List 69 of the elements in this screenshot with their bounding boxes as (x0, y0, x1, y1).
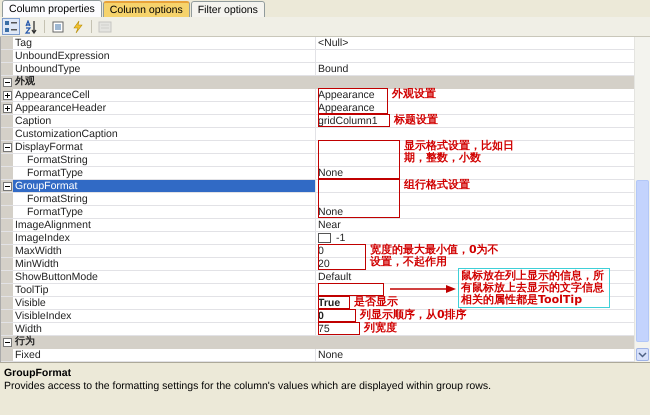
collapse-icon[interactable] (2, 142, 12, 152)
tab[interactable]: Column properties (2, 0, 102, 17)
callout-note: 鼠标放在列上显示的信息，所有鼠标放上去显示的文字信息相关的属性都是ToolTip (458, 268, 610, 308)
property-name[interactable]: ImageIndex (13, 232, 316, 244)
property-name[interactable]: UnboundType (13, 63, 316, 75)
property-value[interactable]: 75 (318, 323, 330, 335)
property-name[interactable]: FormatString (13, 193, 316, 205)
collapse-icon[interactable] (2, 78, 12, 86)
property-value[interactable]: Appearance (318, 102, 375, 114)
property-name[interactable]: AppearanceCell (13, 89, 316, 101)
highlight-box (318, 309, 356, 322)
property-name[interactable]: UnboundExpression (13, 50, 316, 62)
property-name[interactable]: GroupFormat (13, 180, 316, 192)
scroll-down-button[interactable] (636, 348, 649, 361)
tab[interactable]: Column options (102, 1, 190, 17)
image-swatch (318, 233, 331, 243)
annotation-text: 宽度的最大最小值，0为不设置，不起作用 (370, 244, 500, 267)
property-name[interactable]: DisplayFormat (13, 141, 316, 153)
description-text: Provides access to the formatting settings for the column's values which are displayed within group rows. (4, 380, 492, 392)
property-name[interactable]: Width (13, 323, 316, 335)
property-value[interactable]: 20 (318, 258, 330, 270)
property-value[interactable]: Bound (318, 63, 348, 75)
property-name[interactable]: CustomizationCaption (13, 128, 316, 140)
annotation-text: 标题设置 (394, 114, 439, 126)
property-value[interactable]: -1 (336, 232, 346, 244)
property-value[interactable]: Near (318, 219, 341, 231)
property-name[interactable]: ShowButtonMode (13, 271, 316, 283)
property-name[interactable]: Fixed (13, 349, 316, 361)
property-value[interactable]: None (318, 206, 344, 218)
expand-icon[interactable] (2, 104, 12, 112)
category-header[interactable]: 行为 (1, 336, 634, 349)
property-name[interactable]: Tag (13, 37, 316, 49)
annotation-text: 列宽度 (364, 322, 398, 334)
property-value[interactable]: None (318, 349, 344, 361)
collapse-icon[interactable] (2, 338, 12, 346)
property-value[interactable]: Appearance (318, 89, 375, 101)
property-name[interactable]: FormatString (13, 154, 316, 166)
highlight-box (318, 244, 366, 270)
property-name[interactable]: ImageAlignment (13, 219, 316, 231)
collapse-icon[interactable] (2, 182, 12, 190)
property-name[interactable]: AppearanceHeader (13, 102, 316, 114)
annotation-text: 列显示顺序，从0排序 (360, 309, 468, 320)
property-name[interactable]: Visible (13, 297, 316, 309)
property-value[interactable]: gridColumn1 (318, 115, 378, 127)
annotation-text: 显示格式设置，比如日期，整数，小数 (404, 140, 515, 163)
annotation-text: 组行格式设置 (404, 179, 471, 190)
property-value[interactable]: True (318, 297, 340, 309)
tab[interactable]: Filter options (190, 1, 265, 17)
property-value[interactable]: <Null> (318, 37, 348, 49)
property-name[interactable]: FormatType (13, 167, 316, 179)
description-title: GroupFormat (4, 367, 72, 379)
arrow (390, 285, 456, 293)
property-name[interactable]: VisibleIndex (13, 310, 316, 322)
annotation-text: 是否显示 (354, 296, 399, 308)
chevron-down-icon (638, 352, 647, 358)
annotation-text: 外观设置 (392, 88, 437, 100)
category-header[interactable]: 外观 (1, 76, 634, 89)
property-name[interactable]: MinWidth (13, 258, 316, 270)
highlight-box (318, 322, 360, 335)
categorized-button[interactable] (2, 18, 20, 35)
scroll-thumb[interactable] (636, 180, 649, 342)
property-name[interactable]: MaxWidth (13, 245, 316, 257)
expand-icon[interactable] (2, 90, 12, 100)
property-name[interactable]: FormatType (13, 206, 316, 218)
property-name[interactable]: ToolTip (13, 284, 316, 296)
property-name[interactable]: Caption (13, 115, 316, 127)
property-value[interactable]: Default (318, 271, 352, 283)
scrollbar[interactable] (634, 37, 650, 362)
property-value[interactable]: None (318, 167, 344, 179)
